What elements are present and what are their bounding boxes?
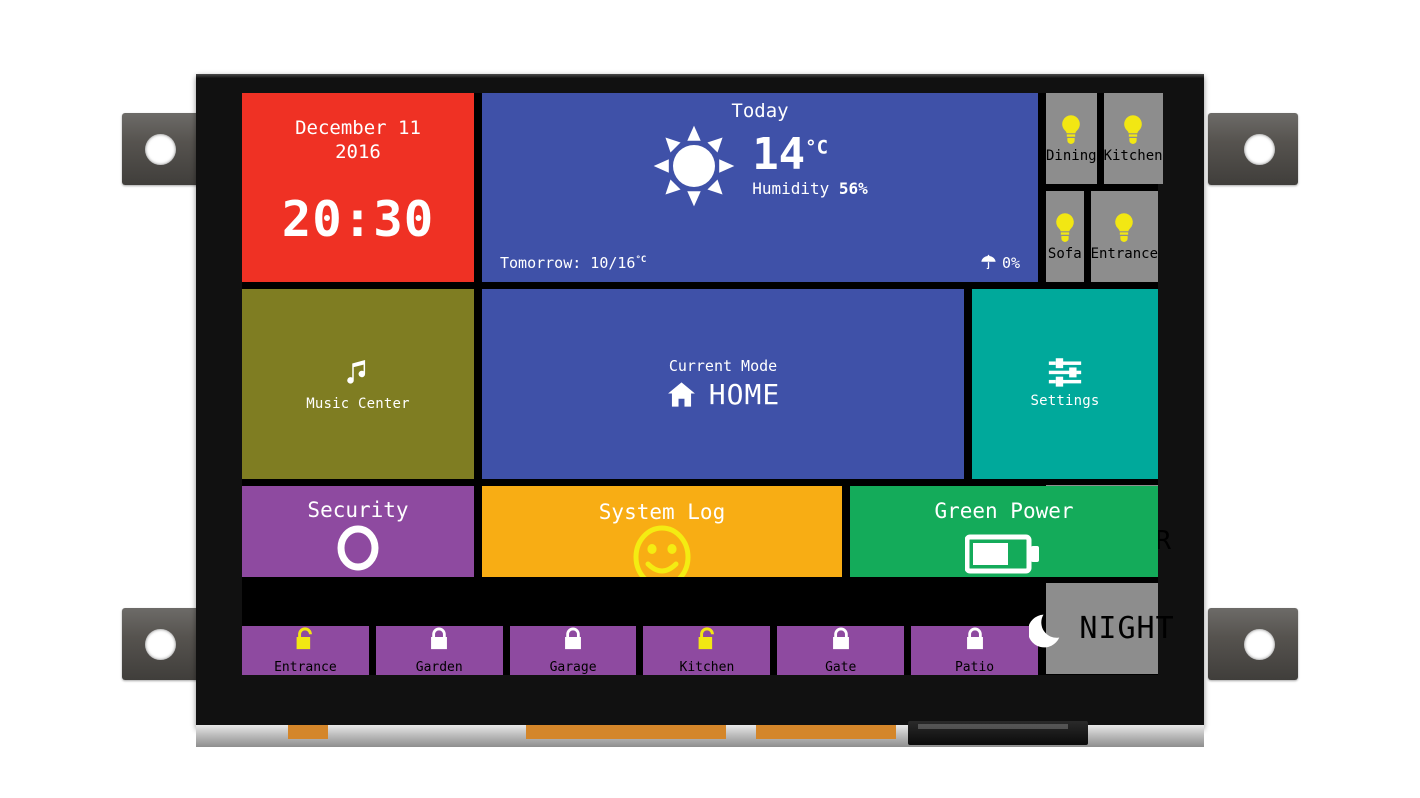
unlock-icon	[693, 626, 721, 654]
datetime-tile[interactable]: December 11 2016 20:30	[242, 93, 474, 282]
night-mode-value: NIGHT	[1079, 611, 1175, 646]
bulb-icon	[1052, 212, 1078, 242]
lock-button-kitchen[interactable]: Kitchen	[643, 625, 771, 675]
bulb-icon	[1058, 114, 1084, 144]
pcb-edge-strip	[196, 721, 1204, 747]
security-status: DISARMED	[289, 574, 427, 577]
tomorrow-text: Tomorrow: 10/16	[500, 254, 636, 272]
ring-icon	[334, 522, 382, 574]
lock-label: Garden	[415, 659, 463, 675]
connector-highlight	[918, 724, 1068, 729]
current-mode-value: HOME	[708, 378, 781, 411]
humidity-reading: Humidity 56%	[752, 179, 868, 198]
weather-title: Today	[731, 100, 789, 122]
mount-hole-icon	[145, 629, 176, 660]
lock-icon	[559, 626, 587, 654]
humidity-value: 56%	[838, 179, 868, 199]
bulb-icon	[1111, 212, 1137, 242]
mount-bracket-bottom-right	[1208, 608, 1298, 680]
light-label: Entrance	[1090, 245, 1158, 262]
sliders-icon	[1047, 358, 1083, 388]
humidity-label: Humidity	[752, 179, 830, 199]
system-log-title: System Log	[598, 500, 726, 524]
current-mode-caption: Current Mode	[668, 357, 778, 375]
settings-tile[interactable]: Settings	[972, 289, 1158, 479]
mount-bracket-top-right	[1208, 113, 1298, 185]
lock-button-entrance[interactable]: Entrance	[242, 625, 369, 675]
music-note-icon	[341, 356, 375, 390]
battery-icon	[965, 533, 1043, 575]
lock-label: Kitchen	[679, 659, 735, 675]
light-row: Dining Kitchen	[1046, 93, 1163, 184]
smiley-icon	[631, 524, 693, 577]
lock-label: Patio	[954, 659, 995, 675]
touchscreen-ui: December 11 2016 20:30 Today 14°C Humidi…	[242, 93, 1174, 675]
lock-label: Garage	[549, 659, 597, 675]
ribbon-cable	[288, 725, 328, 739]
light-button-kitchen[interactable]: Kitchen	[1103, 93, 1163, 184]
date-line-1: December 11	[295, 117, 421, 139]
sun-icon	[652, 124, 736, 208]
ribbon-cable	[756, 725, 896, 739]
security-title: Security	[307, 498, 409, 522]
tomorrow-forecast: Tomorrow: 10/16°C	[500, 254, 646, 272]
light-label: Kitchen	[1103, 147, 1163, 164]
security-tile[interactable]: Security DISARMED	[242, 486, 474, 577]
lock-label: Gate	[825, 659, 857, 675]
lock-button-garage[interactable]: Garage	[509, 625, 637, 675]
weather-tile[interactable]: Today 14°C Humidity 56% Tomorrow: 10/16°…	[482, 93, 1038, 282]
display-module-body: December 11 2016 20:30 Today 14°C Humidi…	[196, 74, 1204, 728]
music-center-label: Music Center	[306, 395, 410, 412]
lock-button-patio[interactable]: Patio	[911, 625, 1038, 675]
bulb-icon	[1120, 114, 1146, 144]
lock-icon	[827, 626, 855, 654]
home-icon	[666, 379, 697, 410]
lock-button-gate[interactable]: Gate	[777, 625, 905, 675]
umbrella-icon	[979, 253, 998, 272]
light-button-sofa[interactable]: Sofa	[1046, 191, 1084, 282]
mount-hole-icon	[1244, 134, 1275, 165]
lock-button-garden[interactable]: Garden	[375, 625, 503, 675]
mount-hole-icon	[1244, 629, 1275, 660]
lock-label: Entrance	[274, 659, 337, 675]
lock-icon	[961, 626, 989, 654]
screenshot-stage: December 11 2016 20:30 Today 14°C Humidi…	[0, 0, 1420, 798]
light-button-dining[interactable]: Dining	[1046, 93, 1097, 184]
rain-chance-value: 0%	[1001, 253, 1020, 272]
light-button-entrance[interactable]: Entrance	[1090, 191, 1158, 282]
green-power-title: Green Power	[934, 499, 1074, 523]
music-center-tile[interactable]: Music Center	[242, 289, 474, 479]
green-power-tile[interactable]: Green Power Solar charge: 0% Battery:	[850, 486, 1158, 577]
moon-icon	[1029, 610, 1065, 648]
temperature-unit: °C	[805, 135, 829, 158]
light-row: Sofa Entrance	[1046, 191, 1158, 282]
lock-icon	[425, 626, 453, 654]
system-log-tile[interactable]: System Log No events	[482, 486, 842, 577]
clock-text: 20:30	[281, 190, 435, 248]
settings-label: Settings	[1030, 393, 1100, 410]
date-text: December 11 2016	[295, 117, 421, 165]
lock-button-row: Entrance Garden Garage Kitchen Gate Pati…	[242, 625, 1038, 675]
temperature-reading: 14°C	[752, 132, 868, 176]
mount-hole-icon	[145, 134, 176, 165]
rain-chance: 0%	[979, 253, 1020, 272]
light-label: Sofa	[1047, 245, 1082, 262]
date-line-2: 2016	[335, 140, 381, 163]
current-mode-tile[interactable]: Current Mode HOME	[482, 289, 964, 479]
ribbon-cable	[526, 725, 726, 739]
board-connector	[908, 721, 1088, 745]
temperature-value: 14	[752, 128, 806, 180]
night-mode-tile[interactable]: NIGHT	[1029, 583, 1174, 674]
light-label: Dining	[1046, 147, 1097, 164]
unlock-icon	[291, 626, 319, 654]
tomorrow-unit: °C	[635, 255, 647, 265]
